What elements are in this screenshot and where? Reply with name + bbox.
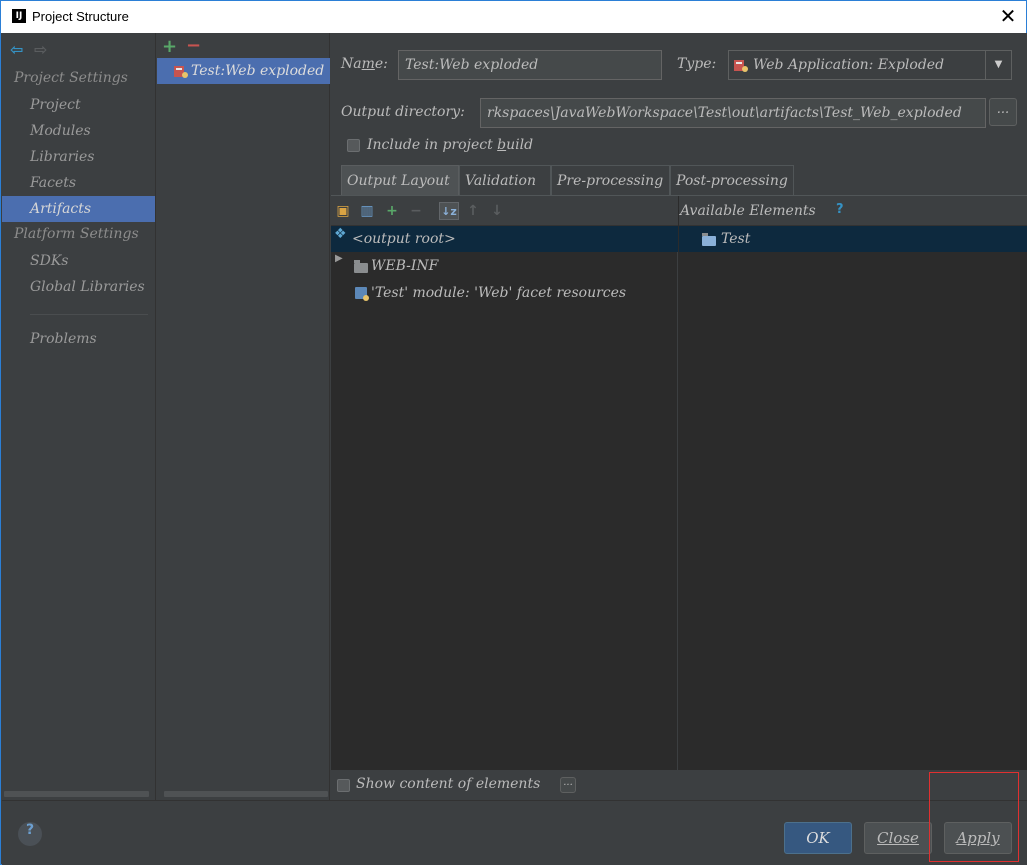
output-layout-tree: ❖ <output root> ▶ WEB-INF 'Test' module:… xyxy=(331,226,678,801)
browse-button[interactable]: ... xyxy=(989,98,1017,126)
sidebar-item-project[interactable]: Project xyxy=(2,92,155,118)
help-icon[interactable]: ? xyxy=(836,202,844,217)
tree-row-facet-resources[interactable]: 'Test' module: 'Web' facet resources xyxy=(331,280,678,306)
help-button[interactable]: ? xyxy=(18,822,42,846)
available-elements-header: Available Elements ? xyxy=(679,196,1027,226)
web-artifact-icon xyxy=(734,58,748,72)
include-in-build-label: Include in project build xyxy=(367,137,534,153)
artifact-list-horizontal-scrollbar[interactable] xyxy=(164,791,328,797)
settings-sidebar: ⇦ ⇨ Project Settings Project Modules Lib… xyxy=(2,33,156,800)
move-up-icon[interactable]: ↑ xyxy=(465,202,481,220)
remove-artifact-icon[interactable]: − xyxy=(186,35,201,56)
sidebar-item-facets[interactable]: Facets xyxy=(2,170,155,196)
section-platform-settings: Platform Settings xyxy=(14,226,139,242)
project-structure-dialog: IJ Project Structure ✕ ⇦ ⇨ Project Setti… xyxy=(0,0,1027,865)
sidebar-item-global-libraries[interactable]: Global Libraries xyxy=(2,274,155,300)
layout-toolbar: ▣ ▥ + − ↓z ↑ ↓ xyxy=(331,196,678,226)
sidebar-item-artifacts[interactable]: Artifacts xyxy=(2,196,155,222)
tree-row-output-root[interactable]: ❖ <output root> xyxy=(331,226,678,252)
sidebar-item-sdks[interactable]: SDKs xyxy=(2,248,155,274)
tree-label: WEB-INF xyxy=(371,258,439,274)
tree-label: 'Test' module: 'Web' facet resources xyxy=(371,285,627,301)
tab-validation[interactable]: Validation xyxy=(459,165,551,195)
create-directory-icon[interactable]: ▣ xyxy=(335,202,351,220)
type-value: Web Application: Exploded xyxy=(753,57,945,73)
sort-elements-icon[interactable]: ↓z xyxy=(439,202,459,220)
available-elements-label: Available Elements xyxy=(680,203,816,219)
sidebar-item-libraries[interactable]: Libraries xyxy=(2,144,155,170)
forward-arrow-icon[interactable]: ⇨ xyxy=(34,40,47,59)
title-bar: IJ Project Structure ✕ xyxy=(1,1,1026,33)
tree-row-module-test[interactable]: Test xyxy=(679,226,1027,252)
available-elements-tree: Test xyxy=(679,226,1027,801)
remove-element-icon[interactable]: − xyxy=(408,202,424,220)
add-artifact-icon[interactable]: + xyxy=(162,36,177,57)
highlight-box xyxy=(929,772,1019,862)
move-down-icon[interactable]: ↓ xyxy=(489,202,505,220)
artifact-editor: Name: Test:Web exploded Type: Web Applic… xyxy=(331,33,1027,801)
facet-resources-icon xyxy=(355,287,369,301)
chevron-down-icon: ▼ xyxy=(985,51,1011,79)
back-arrow-icon[interactable]: ⇦ xyxy=(10,40,23,59)
tree-label: <output root> xyxy=(352,231,456,247)
window-title: Project Structure xyxy=(32,9,129,24)
type-dropdown[interactable]: Web Application: Exploded ▼ xyxy=(728,50,1012,80)
show-content-options-button[interactable]: ... xyxy=(560,777,576,793)
sidebar-divider xyxy=(30,314,148,315)
output-directory-label: Output directory: xyxy=(341,104,465,120)
artifact-label: Test:Web exploded xyxy=(191,63,325,79)
show-content-checkbox[interactable] xyxy=(337,779,350,792)
layout-options: Show content of elements ... xyxy=(331,770,1027,800)
type-label: Type: xyxy=(677,56,717,72)
name-label: Name: xyxy=(341,56,388,72)
tab-pre-processing[interactable]: Pre-processing xyxy=(551,165,670,195)
include-in-build-checkbox[interactable] xyxy=(347,139,360,152)
sidebar-item-problems[interactable]: Problems xyxy=(2,326,155,352)
module-folder-icon xyxy=(702,233,716,246)
show-content-label: Show content of elements xyxy=(356,776,541,792)
web-artifact-icon xyxy=(174,64,188,78)
dialog-footer: ? OK Close Apply xyxy=(2,800,1027,865)
ok-button[interactable]: OK xyxy=(784,822,852,854)
tab-post-processing[interactable]: Post-processing xyxy=(670,165,794,195)
list-item-artifact[interactable]: Test:Web exploded xyxy=(157,58,330,84)
tree-label: Test xyxy=(721,231,751,247)
create-archive-icon[interactable]: ▥ xyxy=(359,202,375,220)
intellij-app-icon: IJ xyxy=(12,9,26,23)
artifact-list-panel: + − Test:Web exploded xyxy=(157,33,330,800)
expand-arrow-icon[interactable]: ▶ xyxy=(335,253,343,264)
add-element-icon[interactable]: + xyxy=(384,202,400,220)
section-project-settings: Project Settings xyxy=(14,70,128,86)
sidebar-horizontal-scrollbar[interactable] xyxy=(4,791,149,797)
close-button[interactable]: Close xyxy=(864,822,932,854)
name-field[interactable]: Test:Web exploded xyxy=(398,50,662,80)
tree-row-web-inf[interactable]: ▶ WEB-INF xyxy=(331,253,678,279)
folder-icon xyxy=(354,260,368,273)
output-layout-panel: ▣ ▥ + − ↓z ↑ ↓ Available Elements ? ❖ <o… xyxy=(331,195,1027,801)
output-directory-field[interactable]: rkspaces\JavaWebWorkspace\Test\out\artif… xyxy=(480,98,986,128)
tab-output-layout[interactable]: Output Layout xyxy=(341,165,459,195)
sidebar-item-modules[interactable]: Modules xyxy=(2,118,155,144)
output-root-icon: ❖ xyxy=(334,226,347,242)
close-window-icon[interactable]: ✕ xyxy=(996,4,1020,28)
